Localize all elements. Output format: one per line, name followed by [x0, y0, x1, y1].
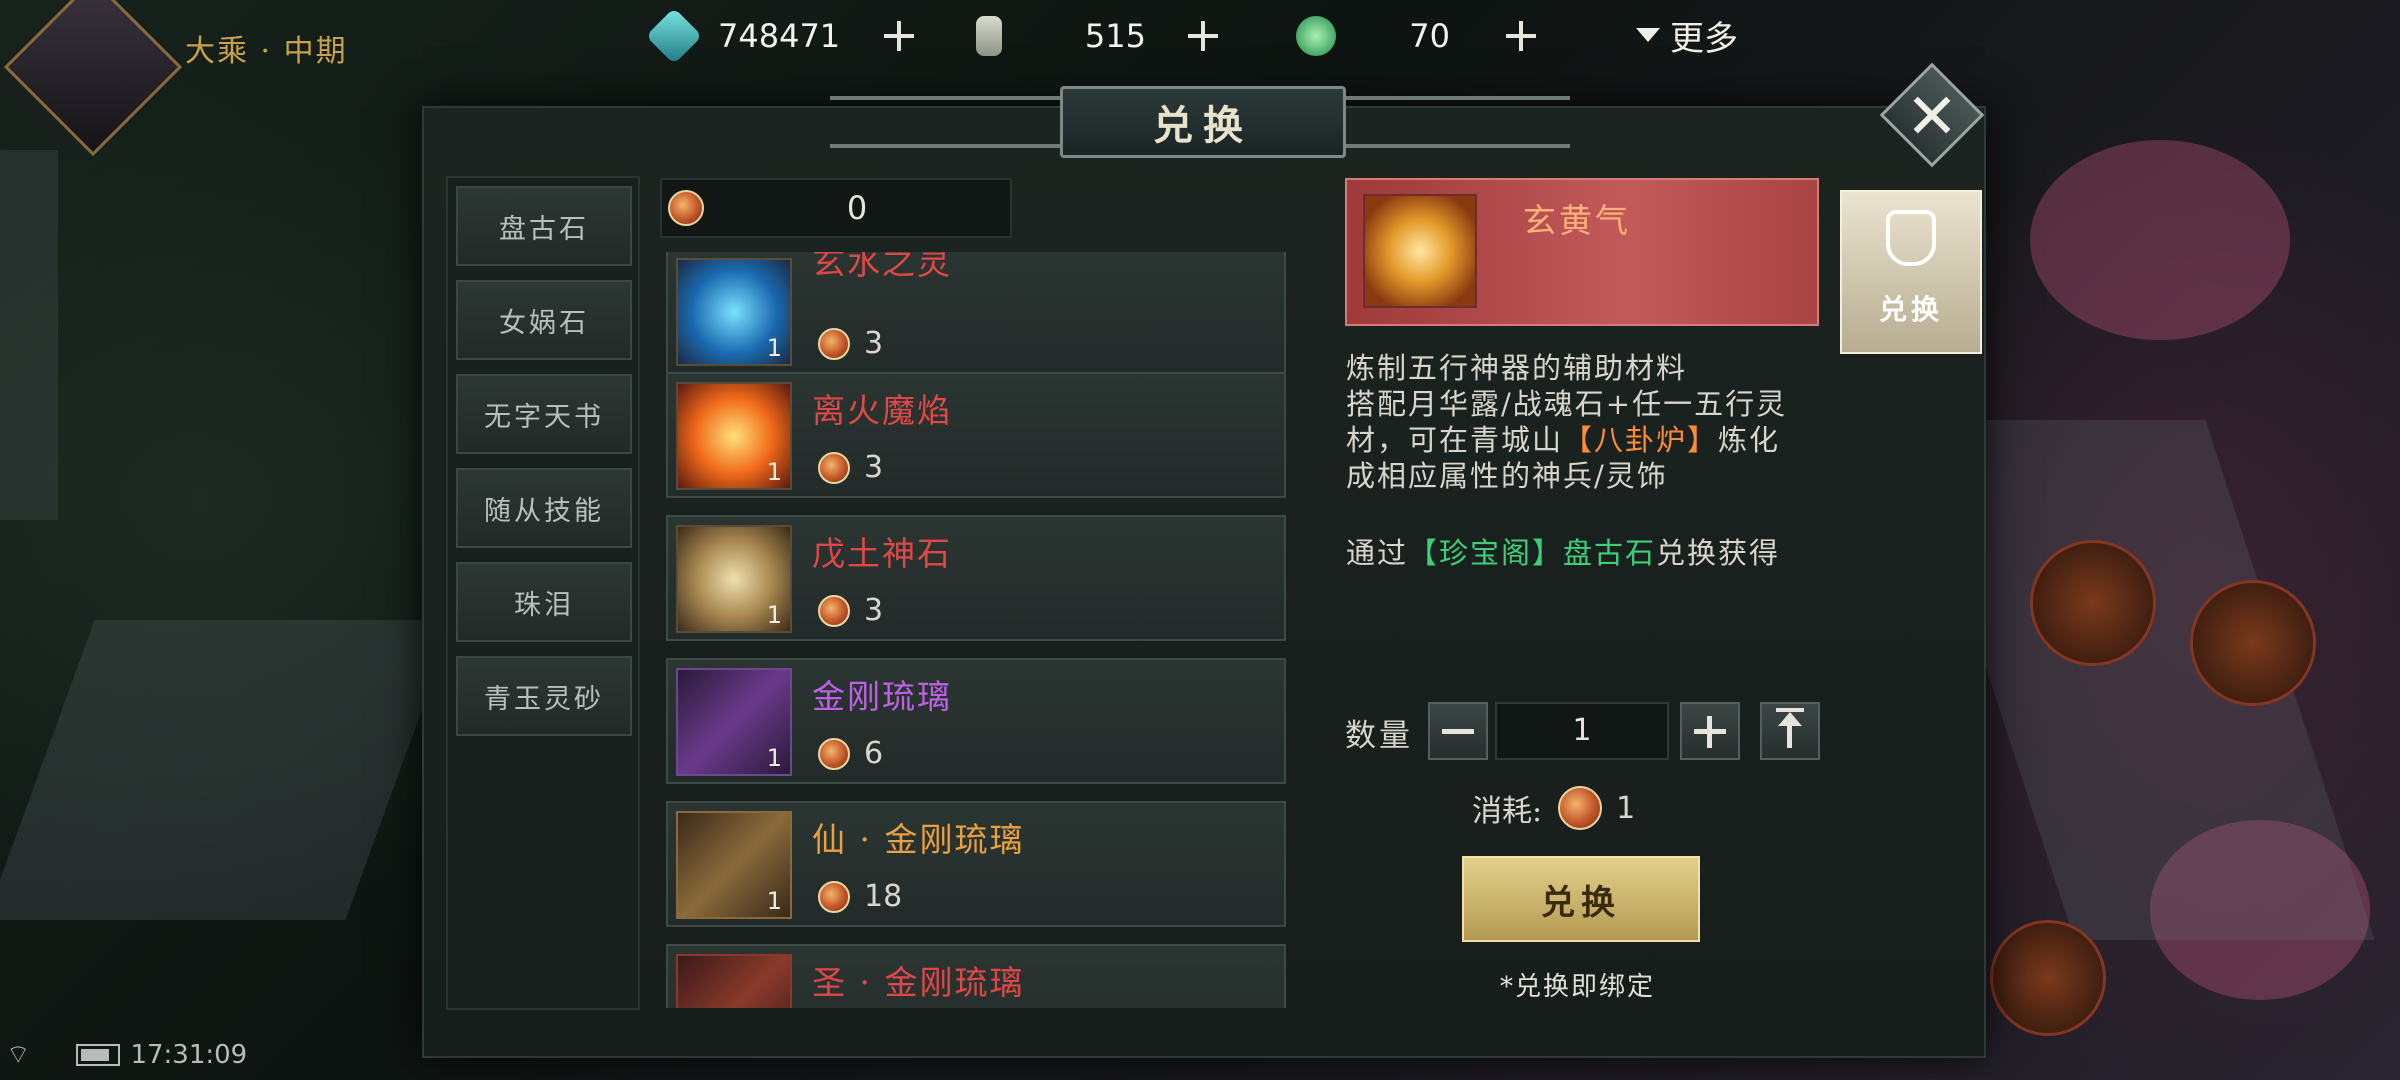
item-name: 圣 · 金刚琉璃 — [812, 963, 1025, 1002]
desc-line: 材，可在青城山【八卦炉】炼化 — [1346, 423, 1781, 457]
title-ornament — [1340, 96, 1570, 148]
plus-icon — [1707, 716, 1712, 748]
item-cost: 3 — [818, 593, 883, 628]
immortal-vajra-glaze-icon: 1 — [676, 811, 792, 919]
xuanhuang-qi-icon — [1363, 194, 1477, 308]
pangu-stone-coin-icon — [818, 880, 850, 913]
pangu-stone-coin-icon — [818, 737, 850, 770]
wifi-icon: ⌔ — [6, 1040, 31, 1070]
side-tab-label: 兑换 — [1878, 293, 1943, 326]
jade-icon — [1296, 16, 1336, 56]
player-rank: 大乘 · 中期 — [185, 34, 348, 69]
fire-flame-icon: 1 — [676, 382, 792, 490]
water-spirit-icon: 1 — [676, 258, 792, 366]
category-tab-nuwa-stone[interactable]: 女娲石 — [456, 280, 632, 360]
resource-value: 70 — [1409, 17, 1450, 55]
resource-value: 748471 — [718, 17, 841, 55]
item-cost: 3 — [818, 450, 883, 485]
bind-notice: *兑换即绑定 — [1500, 972, 1656, 1002]
left-side-rail — [0, 150, 58, 520]
vajra-glaze-icon: 1 — [676, 668, 792, 776]
item-source-text: 通过【珍宝阁】盘古石兑换获得 — [1346, 536, 1781, 570]
pangu-stone-coin-icon — [818, 327, 850, 360]
bagua-furnace-link[interactable]: 【八卦炉】 — [1563, 423, 1718, 457]
add-resource-button[interactable] — [880, 17, 918, 55]
add-resource-button[interactable] — [1184, 17, 1222, 55]
side-tab-exchange[interactable]: 兑换 — [1840, 190, 1982, 354]
pangu-stone-coin-icon — [1558, 786, 1603, 830]
list-item[interactable]: 1 离火魔焰 3 — [666, 372, 1286, 498]
chevron-down-icon — [1636, 28, 1660, 42]
add-resource-button[interactable] — [1502, 17, 1540, 55]
resource-talisman: 515 — [976, 8, 1222, 64]
item-name: 金刚琉璃 — [812, 677, 952, 716]
quantity-label: 数量 — [1345, 718, 1413, 754]
treasure-pavilion-link[interactable]: 【珍宝阁】盘古石 — [1408, 536, 1656, 570]
category-tab-wordless-book[interactable]: 无字天书 — [456, 374, 632, 454]
pangu-stone-coin-icon — [668, 190, 704, 226]
item-cost: 3 — [818, 326, 883, 361]
resource-jade: 70 — [1296, 8, 1540, 64]
desc-line: 搭配月华露/战魂石+任一五行灵 — [1346, 387, 1788, 421]
resource-bar: 大乘 · 中期 748471 515 70 更多 — [0, 0, 2400, 157]
more-label: 更多 — [1670, 18, 1738, 59]
item-cost: 6 — [818, 736, 883, 771]
selected-item-description: 炼制五行神器的辅助材料 搭配月华露/战魂石+任一五行灵 材，可在青城山【八卦炉】… — [1346, 350, 1826, 494]
desc-line: 炼制五行神器的辅助材料 — [1346, 351, 1688, 385]
consume-label: 消耗: — [1472, 794, 1543, 829]
selected-item-header: 玄黄气 — [1345, 178, 1819, 326]
item-cost: 18 — [818, 879, 902, 914]
more-menu-button[interactable]: 更多 — [1636, 10, 1738, 60]
skill-button[interactable] — [2030, 540, 2156, 666]
exchange-bag-icon — [1886, 210, 1936, 266]
decrease-quantity-button[interactable] — [1428, 702, 1488, 760]
list-item[interactable]: 1 仙 · 金刚琉璃 18 — [666, 801, 1286, 927]
desc-line: 成相应属性的神兵/灵饰 — [1346, 459, 1668, 493]
currency-owned-value: 0 — [846, 189, 868, 227]
category-tab-pangu-stone[interactable]: 盘古石 — [456, 186, 632, 266]
resource-spirit-crystal: 748471 — [645, 7, 918, 65]
minus-icon — [1442, 729, 1474, 734]
consume-value: 1 — [1616, 790, 1636, 826]
category-tab-pearl-tear[interactable]: 珠泪 — [456, 562, 632, 642]
category-list: 盘古石 女娲石 无字天书 随从技能 珠泪 青玉灵砂 — [446, 176, 640, 1010]
list-item[interactable]: 1 玄水之灵 3 — [666, 252, 1286, 374]
item-name: 戊土神石 — [812, 534, 952, 573]
blossom-tree — [2030, 140, 2290, 340]
skill-button[interactable] — [2190, 580, 2316, 706]
category-tab-follower-skill[interactable]: 随从技能 — [456, 468, 632, 548]
list-item[interactable]: 1 戊土神石 3 — [666, 515, 1286, 641]
resource-value: 515 — [1084, 17, 1146, 55]
exchange-item-list[interactable]: 1 玄水之灵 3 1 离火魔焰 3 1 戊土神石 3 1 金刚琉璃 6 1 仙 … — [664, 252, 1290, 1008]
selected-item-name: 玄黄气 — [1523, 201, 1631, 240]
increase-quantity-button[interactable] — [1680, 702, 1740, 760]
talisman-icon — [976, 16, 1002, 56]
earth-stone-icon: 1 — [676, 525, 792, 633]
battery-icon — [76, 1043, 121, 1066]
quantity-input[interactable]: 1 — [1495, 702, 1669, 760]
stone-floor — [0, 620, 455, 920]
item-name: 玄水之灵 — [812, 252, 952, 282]
max-quantity-button[interactable] — [1760, 702, 1820, 760]
item-name: 仙 · 金刚琉璃 — [812, 820, 1025, 859]
title-ornament — [830, 96, 1060, 148]
pangu-stone-coin-icon — [818, 594, 850, 627]
dialog-title: 兑换 — [1060, 86, 1346, 158]
device-status-bar: ⌔ 17:31:09 — [0, 1038, 247, 1071]
currency-owned-display: 0 — [660, 178, 1012, 238]
skill-button[interactable] — [1990, 920, 2106, 1036]
exchange-button[interactable]: 兑换 — [1462, 856, 1700, 942]
holy-vajra-glaze-icon — [676, 954, 792, 1008]
category-tab-jade-sand[interactable]: 青玉灵砂 — [456, 656, 632, 736]
clock: 17:31:09 — [130, 1039, 248, 1070]
pangu-stone-coin-icon — [818, 451, 850, 484]
consume-cost: 消耗: 1 — [1472, 786, 1635, 830]
item-name: 离火魔焰 — [812, 391, 952, 430]
list-item[interactable]: 圣 · 金刚琉璃 — [666, 944, 1286, 1008]
list-item[interactable]: 1 金刚琉璃 6 — [666, 658, 1286, 784]
spirit-crystal-icon — [645, 7, 703, 65]
